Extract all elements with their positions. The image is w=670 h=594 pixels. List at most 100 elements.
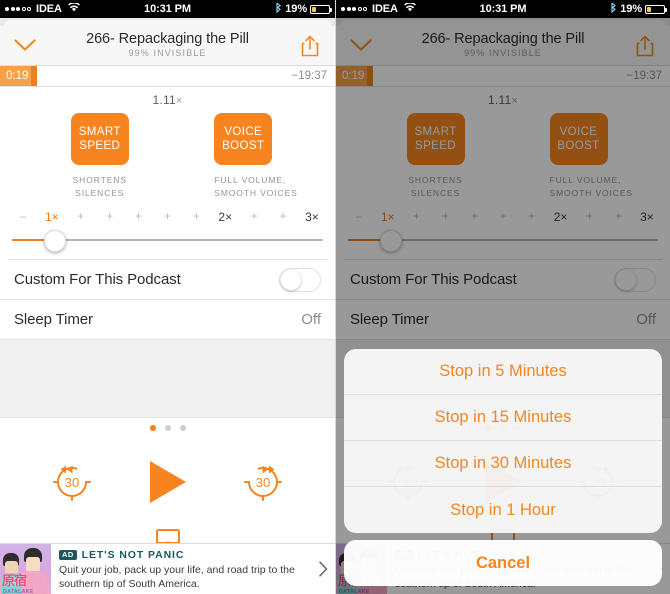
ad-title: LET'S NOT PANIC	[81, 549, 185, 561]
progress-fill: 0:19	[0, 66, 37, 86]
play-icon[interactable]	[142, 457, 192, 507]
ad-thumb-sub-text: DATALAKE	[3, 589, 34, 594]
action-sheet-cancel-button[interactable]: Cancel	[344, 540, 662, 586]
bluetooth-icon	[275, 2, 282, 16]
chevron-down-icon[interactable]	[10, 31, 40, 61]
row-custom-for-podcast[interactable]: Custom For This Podcast	[0, 260, 335, 300]
podcast-name: 99% INVISIBLE	[128, 48, 207, 59]
carrier-name: IDEA	[372, 3, 398, 15]
smart-speed-caption1: SHORTENS	[72, 175, 127, 185]
ad-title-row: AD LET'S NOT PANIC	[59, 549, 303, 561]
svg-text:30: 30	[65, 475, 79, 490]
voice-boost-caption1: FULL VOLUME,	[214, 175, 287, 185]
carrier-name: IDEA	[36, 3, 62, 15]
signal-strength-icon	[341, 7, 367, 11]
speed-tick-3x[interactable]: 3×	[301, 210, 323, 224]
ad-text: AD LET'S NOT PANIC Quit your job, pack u…	[51, 544, 311, 594]
smart-speed-button[interactable]: SMART SPEED	[70, 113, 129, 165]
speed-slider[interactable]	[8, 227, 327, 253]
speed-tick-row: – 1× + + + + + 2× + + 3×	[8, 207, 327, 227]
skip-forward-30-icon[interactable]: 30	[241, 460, 285, 504]
speed-tick-4[interactable]: +	[128, 211, 150, 223]
nav-shoulder	[0, 18, 335, 30]
bluetooth-icon	[610, 2, 617, 16]
ad-thumbnail: 原宿 DATALAKE	[0, 544, 51, 594]
skip-back-30-icon[interactable]: 30	[50, 460, 94, 504]
action-sheet-options: Stop in 5 Minutes Stop in 15 Minutes Sto…	[344, 349, 662, 533]
nav-titles: 266- Repackaging the Pill 99% INVISIBLE	[40, 31, 295, 59]
voice-boost-effect: VOICE BOOST FULL VOLUME, SMOOTH VOICES	[214, 113, 298, 200]
smart-speed-line1: SMART	[78, 125, 121, 138]
progress-handle[interactable]	[31, 66, 37, 86]
ad-body: Quit your job, pack up your life, and ro…	[59, 564, 295, 591]
wifi-icon	[67, 2, 80, 15]
custom-podcast-label: Custom For This Podcast	[14, 271, 181, 288]
nav-bar: 266- Repackaging the Pill 99% INVISIBLE	[0, 26, 335, 66]
speed-tick-9[interactable]: +	[272, 211, 294, 223]
status-bar-left-2: IDEA	[341, 2, 416, 15]
share-icon[interactable]	[295, 31, 325, 61]
custom-podcast-toggle[interactable]	[279, 267, 321, 292]
action-sheet-option-15min[interactable]: Stop in 15 Minutes	[344, 395, 662, 441]
sleep-timer-value: Off	[301, 311, 321, 328]
chevron-right-icon[interactable]	[311, 544, 335, 594]
speed-multiplier-value: 1.11	[152, 93, 176, 107]
smart-speed-caption2: SILENCES	[75, 187, 125, 198]
battery-icon	[645, 4, 667, 14]
smart-speed-caption: SHORTENS SILENCES	[71, 174, 129, 200]
speed-tick-1x[interactable]: 1×	[41, 210, 63, 224]
right-panel: IDEA 10:31 PM 19% 266- Repackaging the P…	[335, 0, 670, 594]
smart-speed-effect: SMART SPEED SHORTENS SILENCES	[70, 113, 129, 200]
status-bar-left: IDEA	[5, 2, 80, 15]
action-sheet-option-5min[interactable]: Stop in 5 Minutes	[344, 349, 662, 395]
speed-tick-3[interactable]: +	[99, 211, 121, 223]
ad-thumb-jp-text: 原宿	[2, 573, 27, 588]
status-bar-right-panel: IDEA 10:31 PM 19%	[336, 0, 670, 18]
screenshot-stage: IDEA 10:31 PM 19% 266- Repackaging the P…	[0, 0, 670, 594]
voice-boost-line1: VOICE	[224, 125, 263, 138]
speed-tick-5[interactable]: +	[156, 211, 178, 223]
ad-banner[interactable]: 原宿 DATALAKE AD LET'S NOT PANIC Quit your…	[0, 543, 335, 594]
effects-section: 1.11× SMART SPEED SHORTENS SILENCES VOIC…	[0, 87, 335, 207]
signal-strength-icon	[5, 7, 31, 11]
status-bar-right: 19%	[275, 2, 332, 16]
battery-icon	[310, 4, 332, 14]
wifi-icon	[403, 2, 416, 15]
playback-progress-bar[interactable]: 0:19 −19:37	[0, 66, 335, 87]
page-dots	[0, 418, 335, 438]
settings-spacer	[0, 340, 335, 418]
speed-decrease-button[interactable]: –	[12, 211, 34, 223]
speed-tick-2x[interactable]: 2×	[214, 210, 236, 224]
speed-slider-section: – 1× + + + + + 2× + + 3×	[0, 207, 335, 260]
action-sheet-option-30min[interactable]: Stop in 30 Minutes	[344, 441, 662, 487]
speed-tick-8[interactable]: +	[243, 211, 265, 223]
page-dot-2[interactable]	[164, 425, 171, 431]
effect-buttons: SMART SPEED SHORTENS SILENCES VOICE BOOS…	[0, 113, 335, 200]
voice-boost-caption2: SMOOTH VOICES	[214, 187, 298, 198]
page-dot-3[interactable]	[179, 425, 186, 431]
page-dot-1[interactable]	[149, 425, 156, 431]
voice-boost-caption: FULL VOLUME, SMOOTH VOICES	[214, 174, 298, 200]
battery-percent: 19%	[285, 3, 307, 15]
remaining-time: −19:37	[291, 70, 328, 82]
speed-tick-6[interactable]: +	[185, 211, 207, 223]
smart-speed-line2: SPEED	[79, 140, 121, 152]
speed-multiplier: 1.11×	[0, 93, 335, 107]
voice-boost-line2: BOOST	[222, 140, 265, 152]
sleep-timer-action-sheet: Stop in 5 Minutes Stop in 15 Minutes Sto…	[344, 349, 662, 586]
row-sleep-timer[interactable]: Sleep Timer Off	[0, 300, 335, 340]
speed-slider-knob[interactable]	[44, 230, 66, 252]
sleep-timer-label: Sleep Timer	[14, 311, 93, 328]
ad-badge: AD	[59, 549, 77, 561]
speed-multiplier-suffix: ×	[175, 95, 183, 107]
svg-text:30: 30	[256, 475, 270, 490]
episode-title: 266- Repackaging the Pill	[86, 31, 249, 48]
elapsed-time: 0:19	[6, 70, 29, 82]
speed-tick-2[interactable]: +	[70, 211, 92, 223]
transport-controls: 30 30	[0, 438, 335, 526]
voice-boost-button[interactable]: VOICE BOOST	[214, 113, 273, 165]
status-bar: IDEA 10:31 PM 19%	[0, 0, 335, 18]
left-panel: IDEA 10:31 PM 19% 266- Repackaging the P…	[0, 0, 335, 594]
action-sheet-option-1hour[interactable]: Stop in 1 Hour	[344, 487, 662, 533]
battery-percent: 19%	[620, 3, 642, 15]
